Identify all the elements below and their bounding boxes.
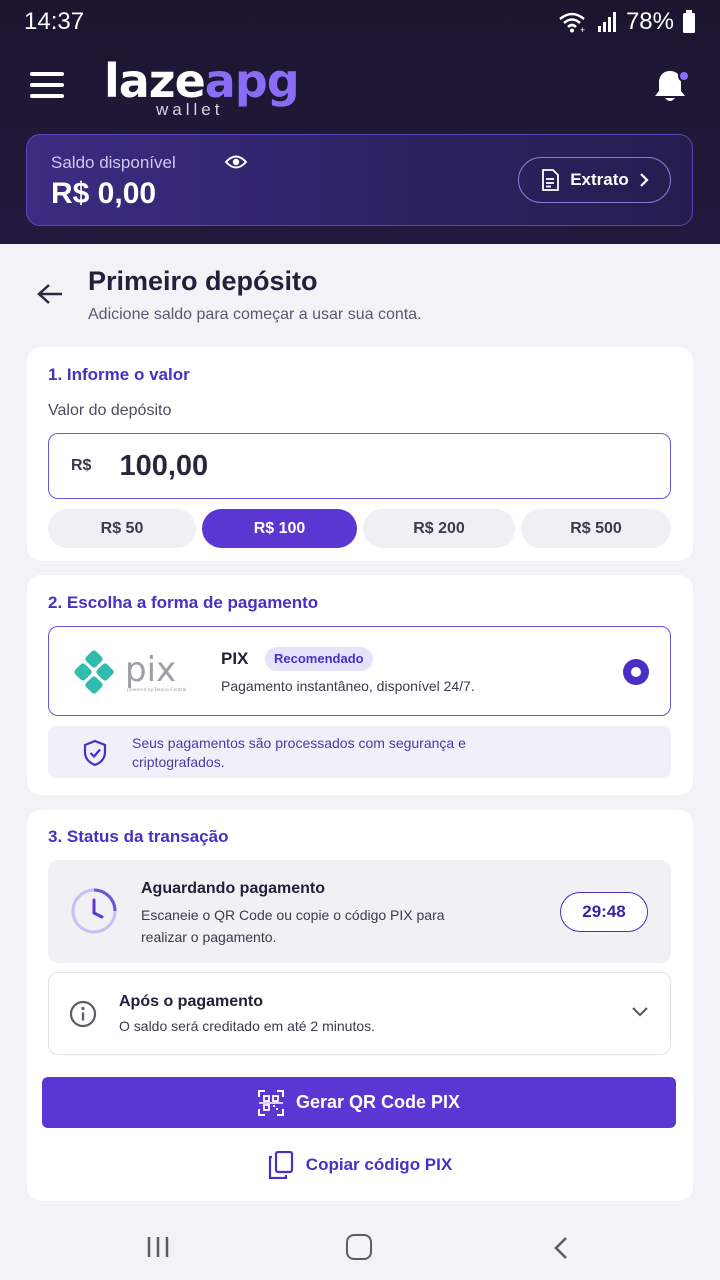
app-logo: lazeapg wallet: [104, 56, 304, 122]
info-icon: [69, 1000, 97, 1028]
page-title: Primeiro depósito: [88, 266, 318, 296]
balance-card: Saldo disponível R$ 0,00 Extrato: [26, 134, 693, 226]
nav-back-icon[interactable]: [552, 1236, 570, 1260]
notification-dot: [678, 70, 690, 82]
amount-card: 1. Informe o valor Valor do depósito R$ …: [27, 347, 693, 561]
statement-button-label: Extrato: [570, 170, 629, 189]
after-payment-accordion[interactable]: Após o pagamento O saldo será creditado …: [48, 972, 671, 1055]
payment-section-title: 2. Escolha a forma de pagamento: [48, 593, 319, 612]
status-section-title: 3. Status da transação: [48, 827, 229, 846]
quick-amount-500[interactable]: R$ 500: [521, 509, 671, 548]
payment-method-description: Pagamento instantâneo, disponível 24/7.: [221, 678, 475, 694]
balance-value: R$ 0,00: [51, 177, 157, 210]
pix-payment-option[interactable]: pix powered by Banco Central PIX Recomen…: [48, 626, 671, 716]
after-payment-description: O saldo será creditado em até 2 minutos.: [119, 1018, 376, 1034]
deposit-value: 100,00: [119, 449, 209, 482]
quick-amount-200[interactable]: R$ 200: [363, 509, 515, 548]
quick-amount-50[interactable]: R$ 50: [48, 509, 196, 548]
quick-amount-chips: R$ 50 R$ 100 R$ 200 R$ 500: [48, 509, 671, 548]
pix-logo-icon: pix powered by Banco Central: [74, 650, 187, 694]
battery-icon: [683, 10, 695, 33]
pix-radio-selected[interactable]: [623, 659, 649, 685]
page-subtitle: Adicione saldo para começar a usar sua c…: [88, 306, 422, 323]
deposit-value-input[interactable]: R$ 100,00: [48, 433, 671, 499]
currency-prefix: R$: [71, 457, 92, 474]
home-icon[interactable]: [346, 1234, 372, 1260]
app-header: 14:37 + 78% lazeapg wallet Saldo disponí…: [0, 0, 720, 244]
chevron-right-icon: [640, 173, 649, 187]
waiting-description: Escaneie o QR Code ou copie o código PIX…: [141, 907, 445, 945]
copy-icon: [268, 1151, 293, 1179]
eye-icon[interactable]: [225, 154, 247, 170]
hamburger-menu-icon[interactable]: [30, 72, 64, 100]
status-time: 14:37: [24, 8, 85, 35]
status-bar: 14:37 + 78%: [0, 0, 720, 44]
transaction-status-card: 3. Status da transação Aguardando pagame…: [27, 810, 693, 1201]
deposit-value-label: Valor do depósito: [48, 402, 172, 419]
copy-pix-code-button[interactable]: Copiar código PIX: [27, 1150, 693, 1180]
pix-logo-caption: powered by Banco Central: [127, 687, 187, 693]
signal-icon: [597, 12, 616, 32]
payment-method-card: 2. Escolha a forma de pagamento pix powe…: [27, 575, 693, 795]
balance-label: Saldo disponível: [51, 153, 176, 172]
document-icon: [542, 169, 560, 191]
svg-text:+: +: [580, 25, 585, 33]
generate-qr-code-button[interactable]: Gerar QR Code PIX: [42, 1077, 676, 1128]
qr-code-icon: [257, 1089, 284, 1116]
back-arrow-icon[interactable]: [36, 282, 64, 306]
shield-check-icon: [83, 739, 107, 767]
recommended-badge: Recomendado: [265, 647, 373, 671]
recent-apps-icon[interactable]: [146, 1236, 170, 1258]
battery-level: 78%: [625, 8, 674, 35]
pix-logo-text: pix: [125, 650, 176, 690]
security-note-text: Seus pagamentos são processados com segu…: [132, 735, 466, 770]
generate-qr-code-label: Gerar QR Code PIX: [295, 1092, 461, 1112]
copy-pix-code-label: Copiar código PIX: [305, 1155, 453, 1174]
quick-amount-100[interactable]: R$ 100: [202, 509, 357, 548]
chevron-down-icon: [632, 1007, 648, 1017]
logo-subtitle: wallet: [156, 100, 224, 119]
waiting-payment-box: Aguardando pagamento Escaneie o QR Code …: [48, 860, 671, 963]
security-note: Seus pagamentos são processados com segu…: [48, 726, 671, 778]
payment-method-name: PIX: [221, 649, 249, 668]
waiting-title: Aguardando pagamento: [141, 880, 326, 897]
statement-button[interactable]: Extrato: [518, 157, 671, 203]
status-icons: + 78%: [558, 8, 696, 36]
amount-section-title: 1. Informe o valor: [48, 365, 190, 384]
after-payment-title: Após o pagamento: [119, 993, 264, 1010]
countdown-timer: 29:48: [560, 892, 648, 932]
clock-icon: [71, 888, 117, 934]
wifi-icon: +: [559, 12, 585, 33]
system-nav-bar: [0, 1218, 720, 1280]
